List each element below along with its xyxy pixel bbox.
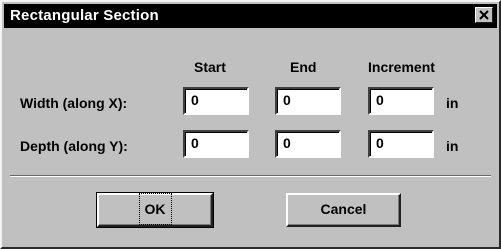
depth-label: Depth (along Y): (20, 138, 128, 154)
separator-line (10, 175, 491, 177)
width-increment-input[interactable]: 0 (368, 87, 434, 115)
start-column-header: Start (194, 59, 226, 75)
ok-button-label: OK (138, 193, 172, 225)
depth-unit: in (446, 138, 459, 154)
window-title: Rectangular Section (10, 7, 159, 24)
cancel-button-label: Cancel (320, 201, 367, 217)
increment-column-header: Increment (368, 59, 435, 75)
width-end-input[interactable]: 0 (275, 87, 341, 115)
title-bar[interactable]: Rectangular Section (4, 4, 497, 28)
dialog-window: Rectangular Section Start End Increment … (0, 0, 501, 249)
depth-start-input[interactable]: 0 (183, 130, 249, 158)
end-column-header: End (290, 59, 317, 75)
cancel-button[interactable]: Cancel (286, 193, 401, 227)
close-button[interactable] (475, 7, 493, 23)
close-icon (479, 10, 489, 20)
ok-button[interactable]: OK (96, 192, 214, 228)
depth-increment-input[interactable]: 0 (368, 130, 434, 158)
width-start-input[interactable]: 0 (183, 87, 249, 115)
width-unit: in (446, 95, 459, 111)
width-label: Width (along X): (20, 95, 128, 111)
depth-end-input[interactable]: 0 (275, 130, 341, 158)
